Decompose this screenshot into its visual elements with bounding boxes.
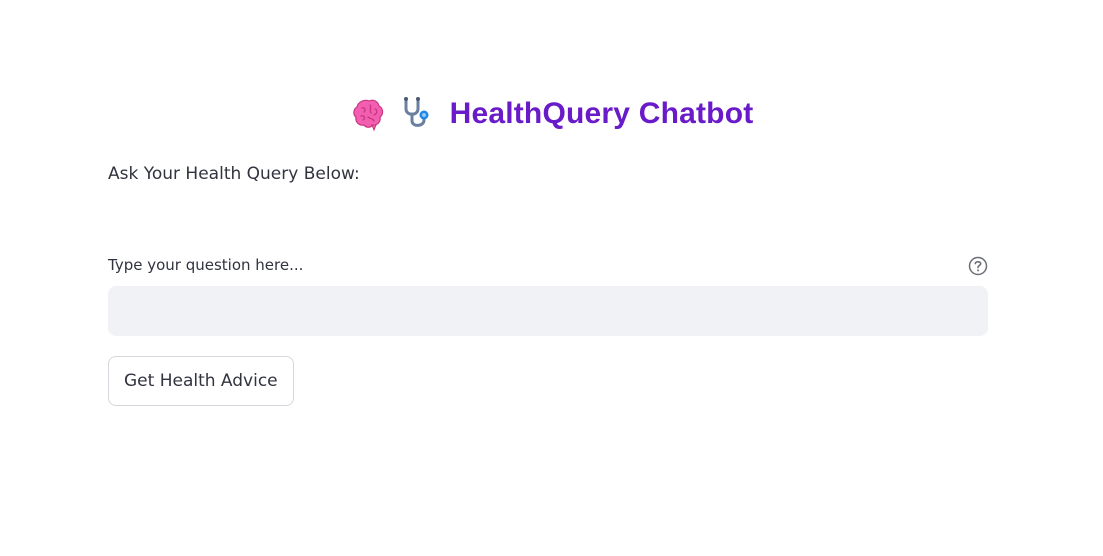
stethoscope-icon: [398, 95, 436, 133]
query-prompt: Ask Your Health Query Below:: [108, 164, 360, 184]
get-health-advice-button[interactable]: Get Health Advice: [108, 356, 294, 406]
brain-icon: [350, 95, 388, 133]
question-input[interactable]: [108, 286, 988, 336]
app-page: HealthQuery Chatbot Ask Your Health Quer…: [0, 0, 1103, 556]
page-title: HealthQuery Chatbot: [449, 97, 754, 130]
question-field-label: Type your question here...: [108, 256, 304, 274]
page-header: HealthQuery Chatbot: [0, 92, 1103, 136]
question-circle-icon[interactable]: [968, 256, 988, 276]
